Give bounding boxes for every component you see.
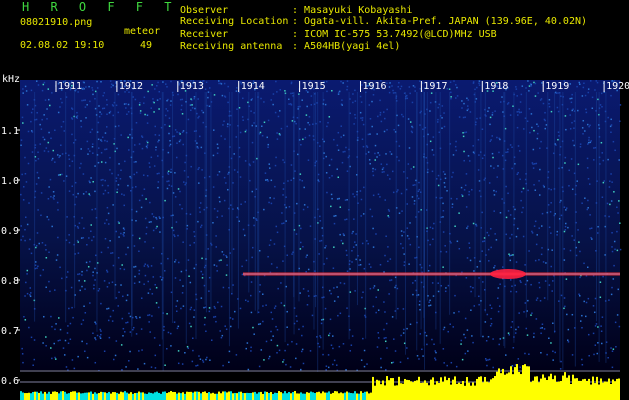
y-tick-label: 1.1 <box>1 126 19 137</box>
x-tick-label: 1917 <box>423 81 447 92</box>
x-tick-label: 1918 <box>484 81 508 92</box>
spectrum-background <box>20 80 620 370</box>
unit-label: kHz <box>2 74 20 85</box>
spectrogram: kHz 1.1 1.0 0.9 0.8 0.7 0.6 1911 1912 1913 1914 1… <box>1 74 629 400</box>
y-tick-label: 1.0 <box>1 176 19 187</box>
x-tick-label: 1912 <box>119 81 143 92</box>
y-tick-label: 0.8 <box>1 276 19 287</box>
x-tick-label: 1913 <box>180 81 204 92</box>
x-tick-label: 1920 <box>606 81 629 92</box>
meteor-echo-burst <box>490 269 526 279</box>
y-tick-label: 0.6 <box>1 376 19 387</box>
x-tick-label: 1911 <box>58 81 82 92</box>
y-axis-ticks: 1.1 1.0 0.9 0.8 0.7 0.6 <box>1 126 20 387</box>
x-tick-label: 1919 <box>545 81 569 92</box>
x-tick-label: 1914 <box>241 81 265 92</box>
y-tick-label: 0.7 <box>1 326 19 337</box>
y-tick-label: 0.9 <box>1 226 19 237</box>
x-tick-label: 1916 <box>363 81 387 92</box>
x-tick-label: 1915 <box>302 81 326 92</box>
